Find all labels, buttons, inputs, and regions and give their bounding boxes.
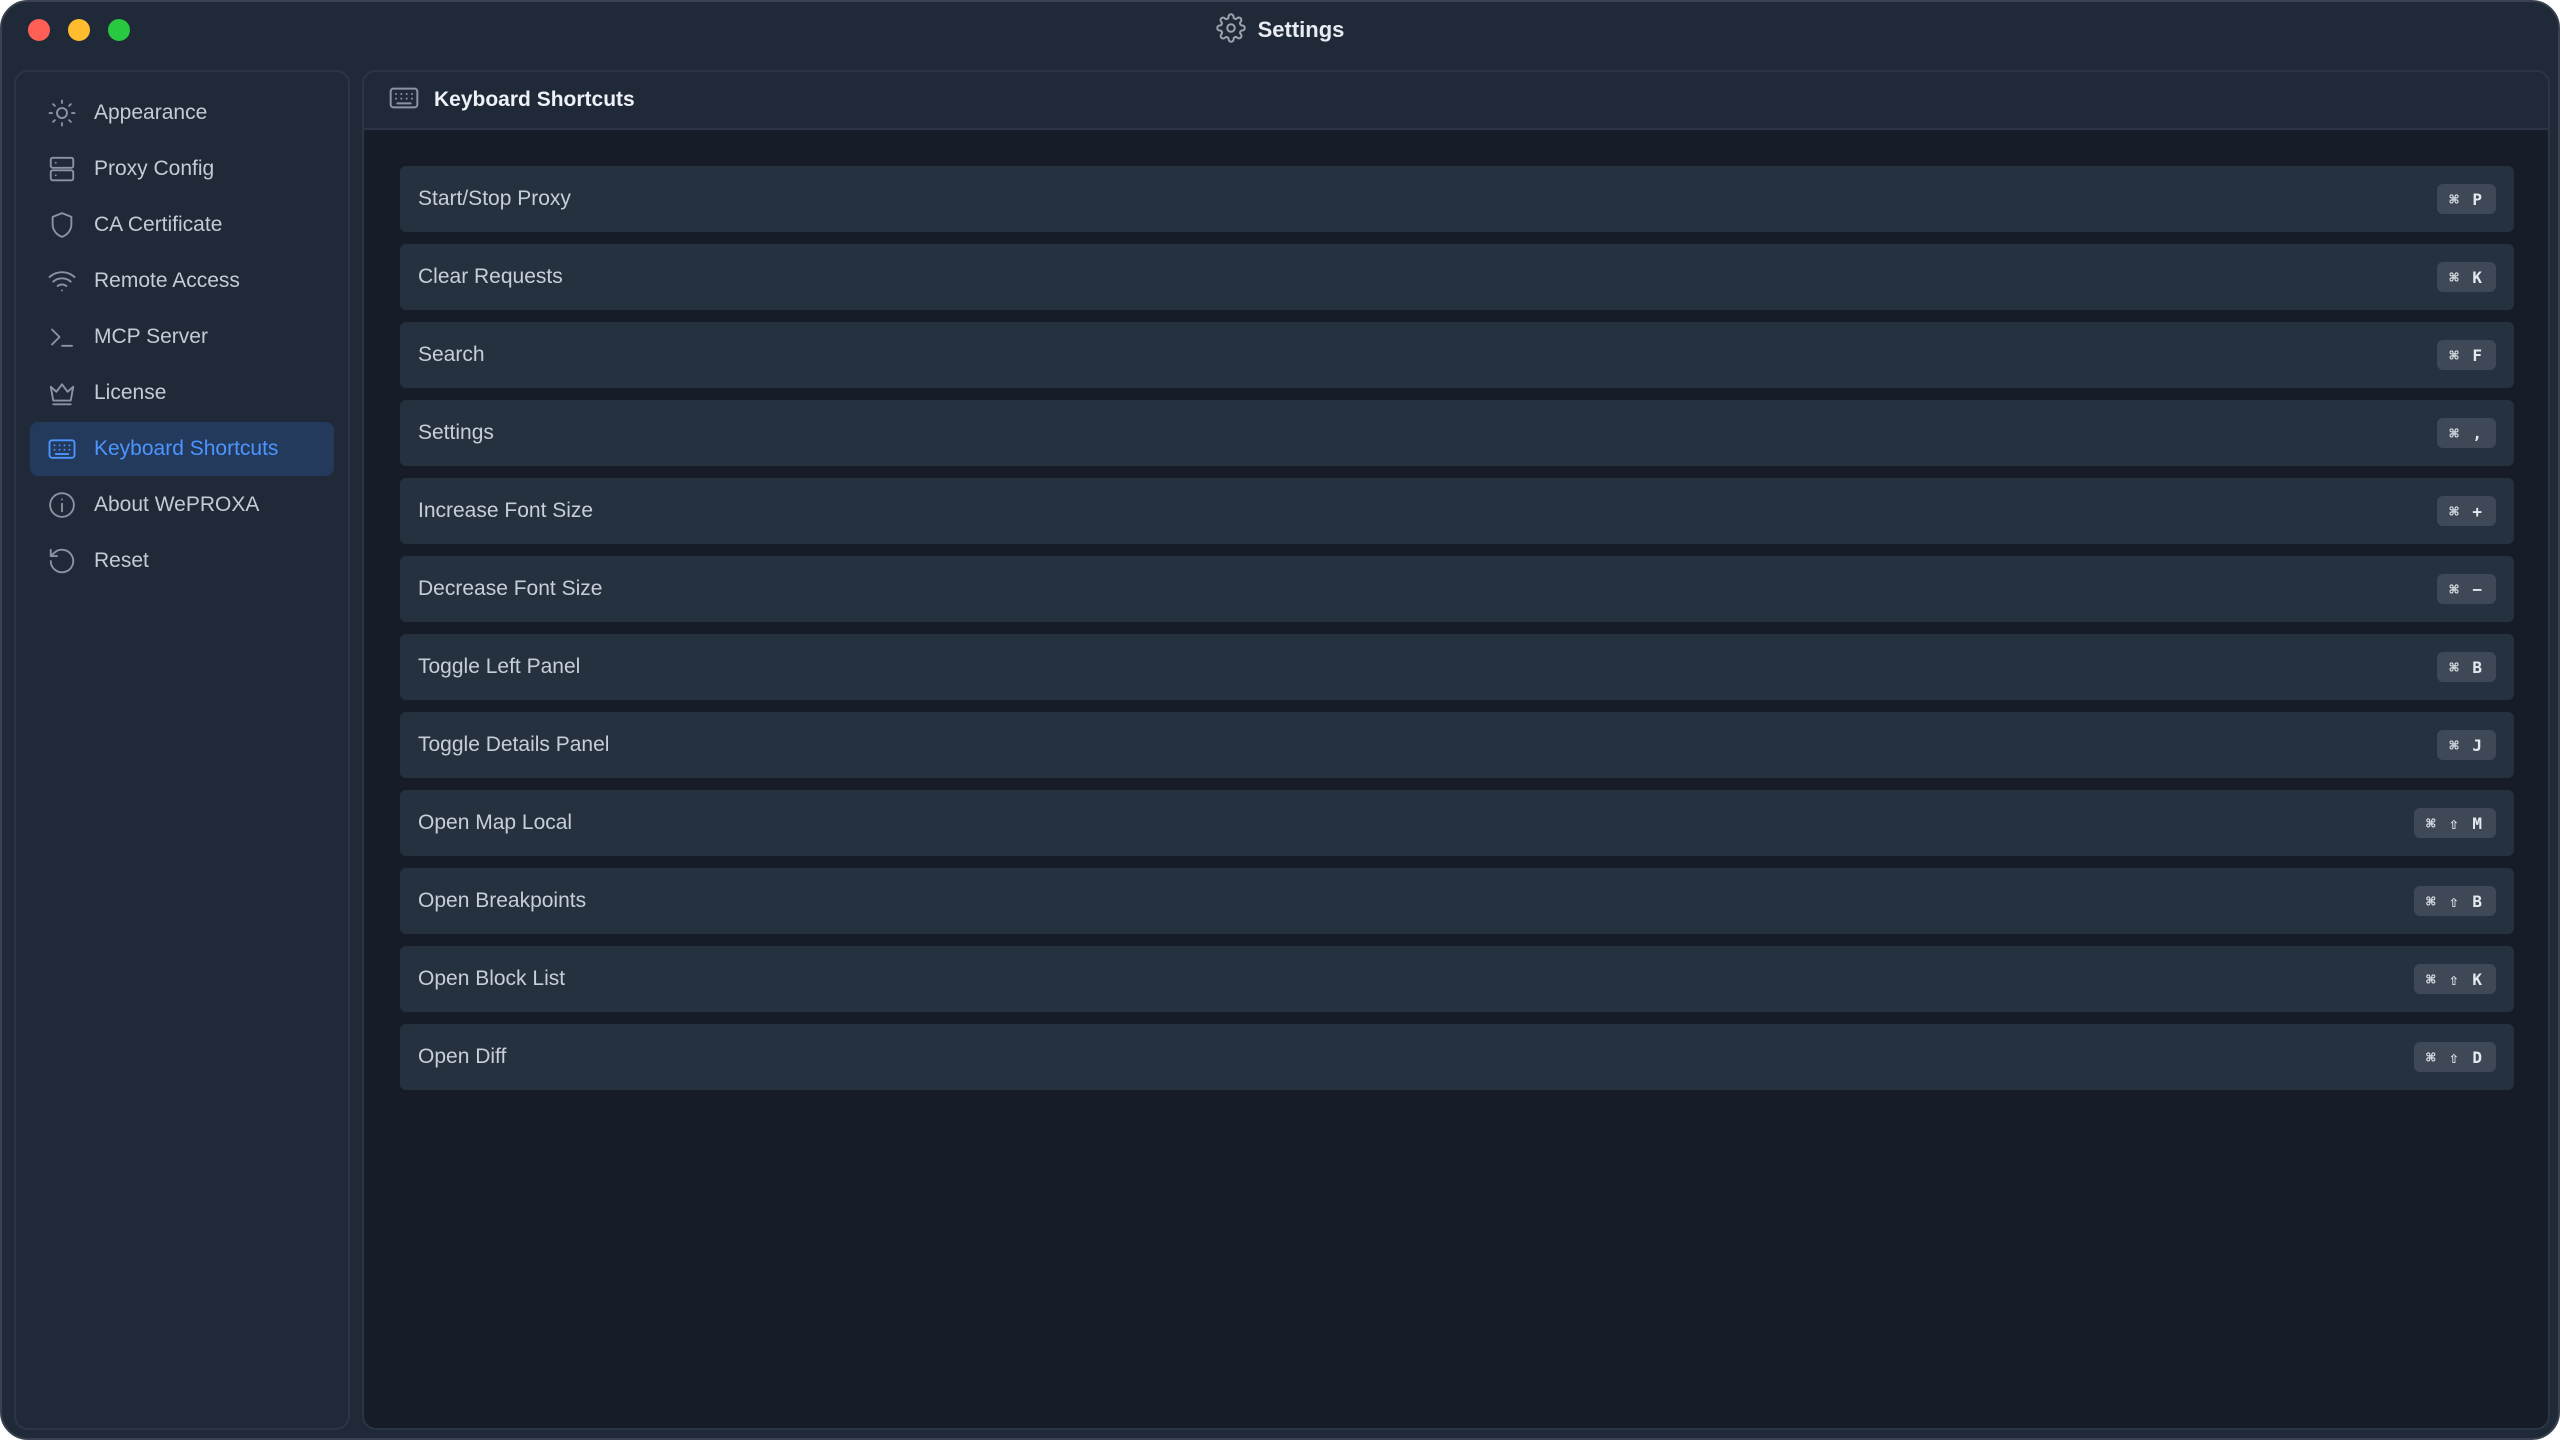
sidebar-item-reset[interactable]: Reset	[30, 534, 334, 588]
shortcut-row: Decrease Font Size ⌘ −	[400, 556, 2514, 622]
shortcut-row: Search ⌘ F	[400, 322, 2514, 388]
sidebar-item-license[interactable]: License	[30, 366, 334, 420]
shortcut-row: Toggle Details Panel ⌘ J	[400, 712, 2514, 778]
shortcut-row: Open Diff ⌘ ⇧ D	[400, 1024, 2514, 1090]
shortcut-row: Start/Stop Proxy ⌘ P	[400, 166, 2514, 232]
window-title: Settings	[1257, 17, 1345, 42]
shield-icon	[46, 209, 78, 241]
sidebar-item-label: MCP Server	[94, 325, 208, 348]
panel-header: Keyboard Shortcuts	[364, 72, 2548, 130]
sidebar-item-keyboard-shortcuts[interactable]: Keyboard Shortcuts	[30, 422, 334, 476]
shortcut-label: Settings	[418, 421, 494, 444]
settings-window: Settings Appearance Proxy Config CA Cert…	[0, 0, 2560, 1440]
sidebar-item-appearance[interactable]: Appearance	[30, 86, 334, 140]
shortcut-row: Settings ⌘ ,	[400, 400, 2514, 466]
shortcut-keys: ⌘ −	[2437, 574, 2496, 604]
sidebar-item-proxy-config[interactable]: Proxy Config	[30, 142, 334, 196]
shortcut-row: Increase Font Size ⌘ +	[400, 478, 2514, 544]
reset-icon	[46, 545, 78, 577]
sidebar-item-label: Appearance	[94, 101, 208, 124]
sidebar-item-ca-certificate[interactable]: CA Certificate	[30, 198, 334, 252]
sidebar-item-label: Proxy Config	[94, 157, 215, 180]
shortcut-label: Start/Stop Proxy	[418, 187, 571, 210]
shortcut-keys: ⌘ K	[2437, 262, 2496, 292]
info-icon	[46, 489, 78, 521]
keyboard-icon	[46, 433, 78, 465]
shortcut-keys: ⌘ ⇧ K	[2413, 964, 2496, 994]
sidebar-item-label: License	[94, 381, 167, 404]
shortcut-label: Toggle Details Panel	[418, 733, 610, 756]
settings-content-panel: Keyboard Shortcuts Start/Stop Proxy ⌘ P …	[362, 70, 2550, 1430]
panel-title: Keyboard Shortcuts	[434, 88, 635, 111]
shortcut-keys: ⌘ ⇧ B	[2413, 886, 2496, 916]
sidebar-item-remote-access[interactable]: Remote Access	[30, 254, 334, 308]
settings-sidebar: Appearance Proxy Config CA Certificate R…	[14, 70, 350, 1430]
shortcut-keys: ⌘ B	[2437, 652, 2496, 682]
sidebar-item-label: Remote Access	[94, 269, 240, 292]
sidebar-item-label: Keyboard Shortcuts	[94, 437, 279, 460]
terminal-icon	[46, 321, 78, 353]
shortcut-label: Open Diff	[418, 1045, 507, 1068]
shortcut-label: Open Breakpoints	[418, 889, 587, 912]
sidebar-item-label: Reset	[94, 549, 149, 572]
keyboard-icon	[388, 82, 434, 119]
shortcut-label: Increase Font Size	[418, 499, 594, 522]
window-title-group: Settings	[2, 2, 2558, 58]
shortcut-label: Decrease Font Size	[418, 577, 603, 600]
server-icon	[46, 153, 78, 185]
shortcut-label: Search	[418, 343, 485, 366]
shortcut-keys: ⌘ ,	[2437, 418, 2496, 448]
shortcut-row: Open Breakpoints ⌘ ⇧ B	[400, 868, 2514, 934]
shortcut-keys: ⌘ ⇧ M	[2413, 808, 2496, 838]
shortcut-keys: ⌘ ⇧ D	[2413, 1042, 2496, 1072]
shortcut-label: Clear Requests	[418, 265, 563, 288]
shortcut-label: Open Map Local	[418, 811, 573, 834]
shortcut-row: Clear Requests ⌘ K	[400, 244, 2514, 310]
shortcut-row: Open Map Local ⌘ ⇧ M	[400, 790, 2514, 856]
sun-icon	[46, 97, 78, 129]
shortcut-label: Toggle Left Panel	[418, 655, 581, 678]
shortcut-keys: ⌘ J	[2437, 730, 2496, 760]
shortcut-label: Open Block List	[418, 967, 566, 990]
crown-icon	[46, 377, 78, 409]
sidebar-item-mcp-server[interactable]: MCP Server	[30, 310, 334, 364]
sidebar-item-label: CA Certificate	[94, 213, 223, 236]
sidebar-item-about[interactable]: About WePROXA	[30, 478, 334, 532]
shortcut-list: Start/Stop Proxy ⌘ P Clear Requests ⌘ K …	[400, 166, 2514, 1102]
title-bar: Settings	[2, 2, 2558, 58]
gear-icon	[1215, 12, 1246, 48]
wifi-icon	[46, 265, 78, 297]
shortcut-keys: ⌘ F	[2437, 340, 2496, 370]
shortcut-keys: ⌘ +	[2437, 496, 2496, 526]
sidebar-item-label: About WePROXA	[94, 493, 260, 516]
shortcut-keys: ⌘ P	[2437, 184, 2496, 214]
shortcut-row: Toggle Left Panel ⌘ B	[400, 634, 2514, 700]
shortcut-row: Open Block List ⌘ ⇧ K	[400, 946, 2514, 1012]
